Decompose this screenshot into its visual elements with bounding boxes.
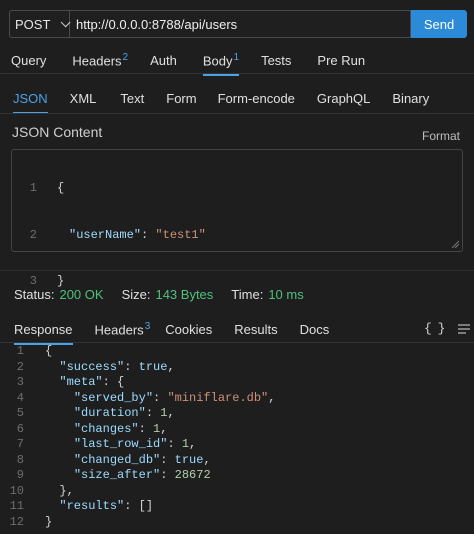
- status-value: 200 OK: [59, 287, 104, 302]
- line-number: 1: [16, 344, 24, 358]
- body-count-badge: 1: [233, 52, 240, 63]
- tab-query[interactable]: Query: [11, 53, 46, 68]
- line-number: 11: [9, 499, 24, 513]
- line-number: 7: [16, 437, 24, 451]
- response-line: 6 "changes": 1,: [0, 422, 275, 438]
- line-number: 8: [16, 452, 24, 467]
- url-input[interactable]: http://0.0.0.0:8788/api/users: [70, 17, 237, 32]
- response-line: 3 "meta": {: [0, 375, 275, 391]
- line-content: {: [45, 344, 53, 358]
- tab-pre-run[interactable]: Pre Run: [317, 53, 365, 68]
- time-label: Time:: [231, 287, 264, 302]
- line-number: 3: [16, 375, 24, 389]
- json-content-label: JSON Content: [12, 124, 103, 140]
- line-content: }: [45, 514, 53, 529]
- body-type-form-encode[interactable]: Form-encode: [218, 91, 295, 106]
- response-line: 2 "success": true,: [0, 360, 275, 376]
- line-content: "size_after": 28672: [73, 468, 211, 482]
- line-number: 2: [16, 359, 24, 374]
- status-label: Status:: [14, 287, 55, 302]
- divider: [0, 342, 474, 343]
- body-type-json[interactable]: JSON: [13, 91, 48, 114]
- tab-response-headers[interactable]: Headers3: [95, 321, 151, 337]
- method-select[interactable]: POST: [10, 11, 71, 37]
- size-label: Size:: [121, 287, 151, 302]
- line-number: 4: [16, 390, 24, 405]
- line-content: "last_row_id": 1,: [73, 437, 197, 451]
- body-type-graphql[interactable]: GraphQL: [317, 91, 370, 106]
- line-number: 5: [16, 406, 24, 420]
- response-line: 7 "last_row_id": 1,: [0, 437, 275, 453]
- body-type-binary[interactable]: Binary: [392, 91, 429, 106]
- line-number: 10: [9, 483, 24, 498]
- response-body-code: 1{2 "success": true, 3 "meta": {4 "served…: [0, 344, 276, 531]
- method-label: POST: [15, 16, 51, 32]
- tab-response[interactable]: Response: [14, 322, 73, 345]
- tab-body[interactable]: Body1: [202, 52, 240, 77]
- send-button[interactable]: Send: [411, 10, 467, 38]
- response-line: 5 "duration": 1,: [0, 406, 275, 422]
- divider: [0, 73, 474, 74]
- line-content: "results": []: [59, 499, 154, 513]
- request-tabs: Query Headers2 Auth Body1 Tests Pre Run: [11, 52, 365, 77]
- response-line: 10 },: [0, 484, 275, 500]
- line-number: 6: [16, 421, 24, 436]
- response-line: 9 "size_after": 28672: [0, 468, 275, 484]
- status-bar: Status: 200 OK Size: 143 Bytes Time: 10 …: [14, 287, 304, 302]
- line-content: },: [59, 483, 74, 498]
- headers-count-badge: 2: [122, 52, 129, 63]
- response-line: 1{: [0, 344, 275, 360]
- response-line: 11 "results": []: [0, 499, 275, 515]
- body-type-xml[interactable]: XML: [70, 91, 97, 106]
- response-tabs: Response Headers3 Cookies Results Docs: [14, 321, 330, 345]
- line-content: "meta": {: [59, 375, 125, 389]
- divider: [0, 270, 474, 271]
- menu-icon[interactable]: [457, 323, 471, 335]
- format-button[interactable]: Format: [422, 129, 460, 143]
- line-content: "served_by": "miniflare.db",: [73, 390, 276, 405]
- line-number: 12: [9, 514, 24, 529]
- line-content: "changed_db": true,: [73, 452, 211, 467]
- tab-headers[interactable]: Headers2: [72, 52, 128, 68]
- response-headers-count-badge: 3: [144, 321, 151, 332]
- divider: [0, 113, 474, 114]
- url-bar: POST http://0.0.0.0:8788/api/users: [9, 10, 411, 38]
- size-value: 143 Bytes: [155, 287, 214, 302]
- body-type-form[interactable]: Form: [166, 91, 196, 106]
- tab-docs[interactable]: Docs: [300, 322, 330, 337]
- tab-results[interactable]: Results: [234, 322, 277, 337]
- tab-tests[interactable]: Tests: [261, 53, 291, 68]
- request-body-editor[interactable]: 1{ 2 "userName": "test1" 3}: [11, 149, 463, 288]
- line-content: "success": true,: [59, 359, 175, 374]
- resize-handle-icon[interactable]: [451, 240, 459, 248]
- format-braces-icon[interactable]: { }: [424, 321, 445, 336]
- body-type-text[interactable]: Text: [120, 91, 144, 106]
- line-number: 9: [16, 468, 24, 482]
- body-type-tabs: JSON XML Text Form Form-encode GraphQL B…: [13, 91, 429, 114]
- response-line: 8 "changed_db": true,: [0, 453, 275, 469]
- response-line: 4 "served_by": "miniflare.db",: [0, 390, 276, 407]
- tab-cookies[interactable]: Cookies: [165, 322, 212, 337]
- tab-auth[interactable]: Auth: [150, 53, 177, 68]
- line-content: "changes": 1,: [73, 421, 168, 436]
- line-content: "duration": 1,: [73, 406, 175, 420]
- response-line: 12}: [0, 515, 275, 531]
- time-value: 10 ms: [268, 287, 304, 302]
